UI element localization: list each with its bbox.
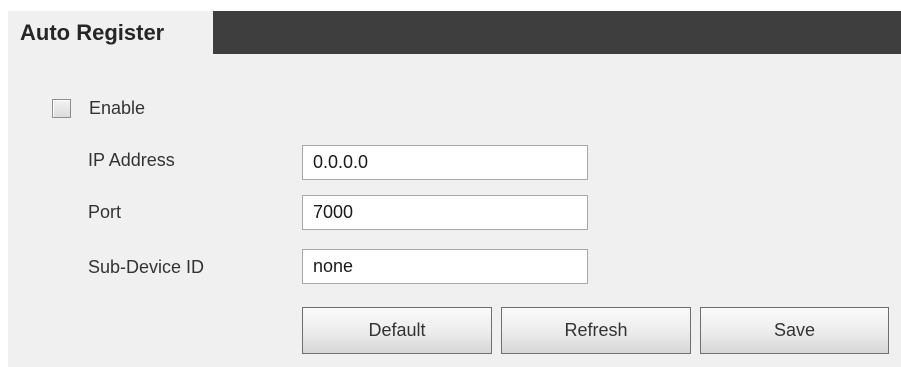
sub-device-id-label: Sub-Device ID (88, 257, 205, 277)
sub-device-id-input[interactable] (302, 249, 588, 284)
enable-checkbox[interactable] (52, 99, 71, 118)
ip-address-label: IP Address (88, 150, 175, 170)
save-button[interactable]: Save (700, 307, 889, 354)
enable-label: Enable (89, 98, 146, 118)
ip-address-input[interactable] (302, 145, 588, 180)
default-button[interactable]: Default (302, 307, 492, 354)
enable-row: Enable (52, 98, 145, 119)
port-input[interactable] (302, 195, 588, 230)
tab-auto-register[interactable]: Auto Register (8, 11, 213, 58)
refresh-button[interactable]: Refresh (501, 307, 691, 354)
auto-register-page: Auto Register Enable IP Address Port Sub… (0, 0, 901, 367)
port-label: Port (88, 202, 122, 222)
